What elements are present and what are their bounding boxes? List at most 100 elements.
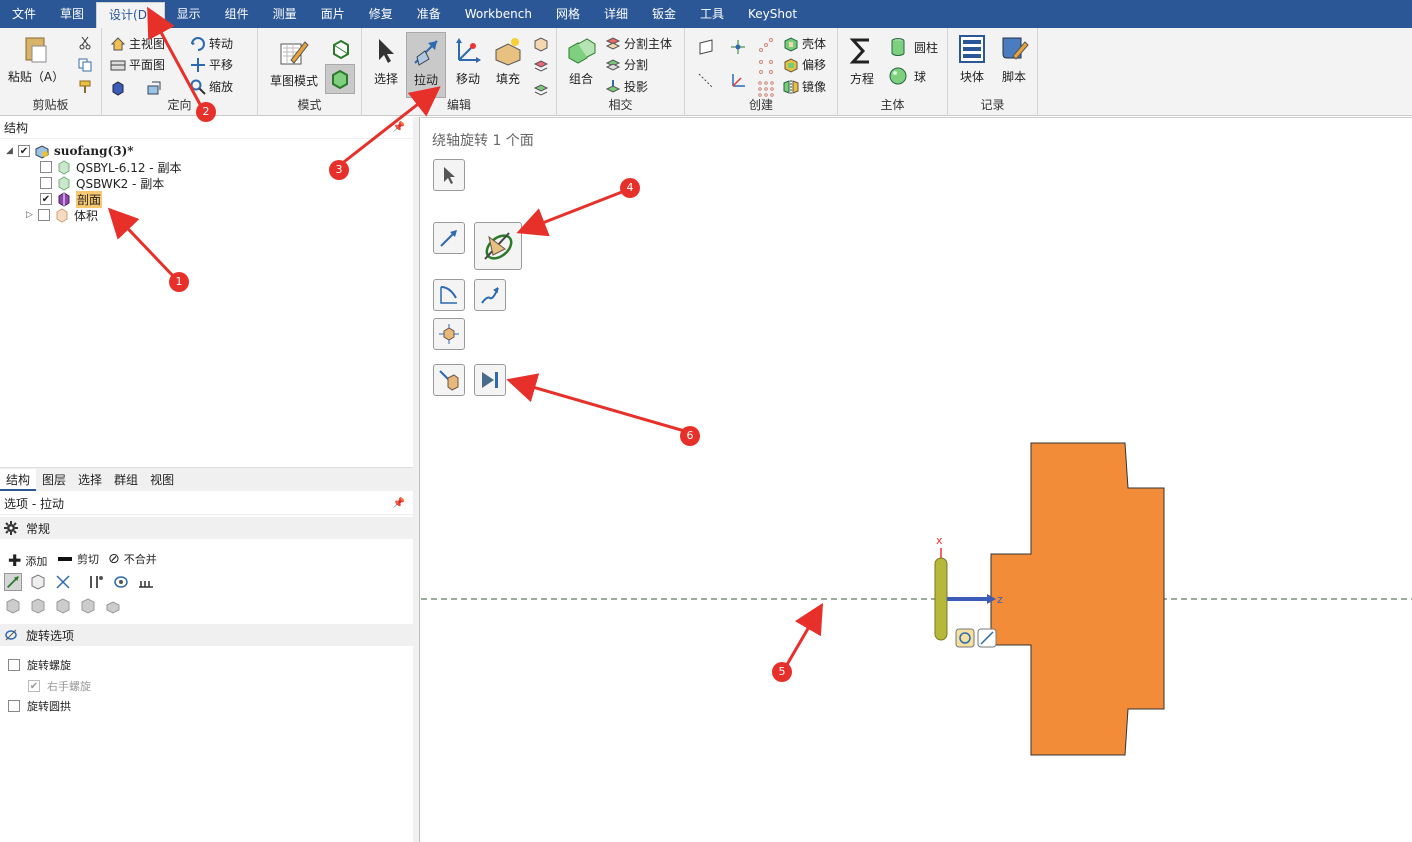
tree-item[interactable]: QSBWK2 - 副本: [40, 175, 164, 191]
shell-button[interactable]: 壳体: [783, 35, 826, 52]
section-mode-icon[interactable]: [330, 38, 352, 60]
spin-button[interactable]: 转动: [190, 35, 233, 52]
tab-groups[interactable]: 群组: [108, 469, 144, 491]
tree-root[interactable]: ◢ ✔ suofang(3)*: [6, 143, 134, 159]
origin-icon[interactable]: [729, 72, 747, 90]
combine-button[interactable]: 组合: [561, 36, 601, 87]
split-button[interactable]: 分割: [605, 56, 648, 73]
menu-mesh[interactable]: 网格: [544, 0, 592, 28]
format-painter-icon[interactable]: [78, 80, 92, 94]
sphere-button[interactable]: 球: [888, 66, 926, 86]
paste-label: 粘贴（A）: [7, 70, 65, 84]
menu-display[interactable]: 显示: [165, 0, 213, 28]
rotate-helix-checkbox[interactable]: [8, 659, 20, 671]
section-face-shape[interactable]: [990, 442, 1165, 756]
callout-badge-5: 5: [772, 662, 792, 682]
copy-icon[interactable]: [78, 58, 92, 72]
cut-icon[interactable]: [78, 36, 92, 50]
item-checkbox[interactable]: [40, 161, 52, 173]
menu-detail[interactable]: 详细: [592, 0, 640, 28]
cut-option[interactable]: 剪切: [58, 551, 99, 567]
extrude-cube-icon[interactable]: [4, 597, 22, 615]
menu-sketch[interactable]: 草图: [48, 0, 96, 28]
menu-assembly[interactable]: 组件: [213, 0, 261, 28]
block-button[interactable]: 块体: [952, 34, 992, 85]
menu-measure[interactable]: 测量: [261, 0, 309, 28]
tree-item[interactable]: QSBYL-6.12 - 副本: [40, 159, 181, 175]
tab-selection[interactable]: 选择: [72, 469, 108, 491]
split-body-button[interactable]: 分割主体: [605, 35, 672, 52]
mirror-button[interactable]: 镜像: [783, 78, 826, 95]
edit-tool-3-icon[interactable]: [533, 80, 549, 96]
sketch-mode-button[interactable]: 草图模式: [264, 38, 324, 89]
cylinder-button[interactable]: 圆柱: [888, 37, 938, 57]
rotate-helix-checkbox-row[interactable]: 旋转螺旋: [8, 657, 71, 673]
tree-item-section[interactable]: ✔ 剖面: [40, 190, 103, 208]
pull-button[interactable]: 拉动: [406, 32, 446, 98]
rotate-options-section-header[interactable]: 旋转选项: [0, 624, 413, 646]
menu-facets[interactable]: 面片: [309, 0, 357, 28]
tree-item-volume[interactable]: ▷ 体积: [26, 207, 98, 223]
menu-workbench[interactable]: Workbench: [453, 0, 544, 28]
extrude-cube-icon[interactable]: [79, 597, 97, 615]
edit-tool-1-icon[interactable]: [533, 36, 549, 52]
no-merge-option[interactable]: ⊘ 不合并: [108, 551, 157, 567]
view-orient-icon[interactable]: [146, 80, 162, 96]
menu-repair[interactable]: 修复: [357, 0, 405, 28]
point-icon[interactable]: [729, 38, 747, 56]
select-button[interactable]: 选择: [366, 36, 406, 87]
tab-layers[interactable]: 图层: [36, 469, 72, 491]
menu-sheetmetal[interactable]: 钣金: [640, 0, 688, 28]
cube-view-icon[interactable]: [110, 80, 126, 96]
panel-splitter[interactable]: [413, 117, 420, 842]
pin-icon[interactable]: 📌: [393, 493, 405, 515]
pan-button[interactable]: 平移: [190, 56, 233, 73]
menu-prepare[interactable]: 准备: [405, 0, 453, 28]
ruler-option-icon[interactable]: [137, 573, 155, 591]
3d-mode-button[interactable]: [325, 64, 355, 94]
root-checkbox[interactable]: ✔: [18, 145, 30, 157]
pull-option-icon[interactable]: [4, 573, 22, 591]
equation-button[interactable]: 方程: [842, 36, 882, 87]
tab-views[interactable]: 视图: [144, 469, 180, 491]
rotate-arch-checkbox-row[interactable]: 旋转圆拱: [8, 698, 71, 714]
zoom-button[interactable]: 缩放: [190, 78, 233, 95]
menu-design[interactable]: 设计(D): [96, 2, 165, 28]
collapse-triangle-icon[interactable]: ◢: [6, 146, 16, 156]
script-button[interactable]: 脚本: [994, 34, 1034, 85]
item-checkbox[interactable]: [40, 177, 52, 189]
paste-button[interactable]: 粘贴（A）: [6, 34, 66, 85]
pattern-linear-icon[interactable]: [757, 58, 775, 76]
design-viewport[interactable]: 绕轴旋转 1 个面 x z: [421, 117, 1412, 842]
menu-keyshot[interactable]: KeyShot: [736, 0, 809, 28]
add-option[interactable]: ✚ 添加: [8, 551, 47, 570]
fill-button[interactable]: 填充: [488, 36, 528, 87]
home-view-button[interactable]: 主视图: [110, 35, 165, 52]
draft-option-icon[interactable]: [87, 573, 105, 591]
move-button[interactable]: 移动: [448, 36, 488, 87]
plane-icon[interactable]: [697, 38, 715, 56]
project-button[interactable]: 投影: [605, 78, 648, 95]
menu-tools[interactable]: 工具: [688, 0, 736, 28]
revolve-option-icon[interactable]: [112, 573, 130, 591]
revolve-mini-button[interactable]: [955, 628, 975, 648]
line-icon[interactable]: [697, 72, 715, 90]
offset-button[interactable]: 偏移: [783, 56, 826, 73]
move-handle-rod[interactable]: [934, 557, 948, 641]
menu-file[interactable]: 文件: [0, 0, 48, 28]
edit-tool-2-icon[interactable]: [533, 58, 549, 74]
item-checkbox[interactable]: ✔: [40, 193, 52, 205]
extrude-cube-icon[interactable]: [29, 597, 47, 615]
plan-view-button[interactable]: 平面图: [110, 56, 165, 73]
extrude-cube-icon[interactable]: [104, 597, 122, 615]
pin-icon[interactable]: 📌: [393, 117, 405, 139]
item-checkbox[interactable]: [38, 209, 50, 221]
rotate-arch-checkbox[interactable]: [8, 700, 20, 712]
tab-structure[interactable]: 结构: [0, 468, 37, 491]
pattern-circle-icon[interactable]: [757, 36, 775, 54]
edge-option-icon[interactable]: [54, 573, 72, 591]
general-section-header[interactable]: 常规: [0, 517, 413, 539]
expand-triangle-icon[interactable]: ▷: [26, 210, 36, 220]
face-option-icon[interactable]: [29, 573, 47, 591]
extrude-cube-icon[interactable]: [54, 597, 72, 615]
